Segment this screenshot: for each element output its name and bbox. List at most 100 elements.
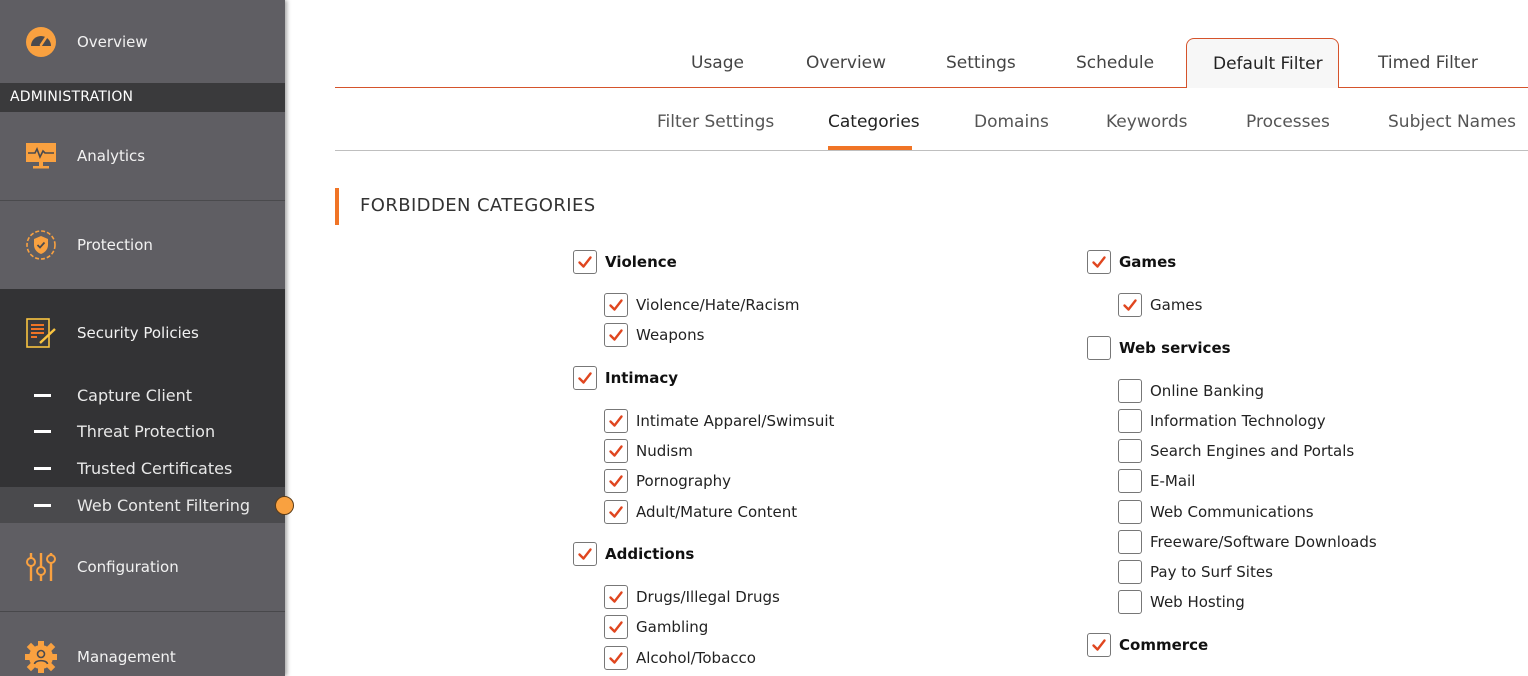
checkbox[interactable] bbox=[1087, 632, 1111, 657]
category-item-checkbox[interactable]: Gambling bbox=[604, 615, 709, 640]
category-item-checkbox[interactable]: Pornography bbox=[604, 469, 731, 494]
category-item-checkbox[interactable]: Online Banking bbox=[1118, 378, 1265, 403]
category-item-checkbox[interactable]: Drugs/Illegal Drugs bbox=[604, 585, 780, 610]
category-item-checkbox[interactable]: Information Technology bbox=[1118, 408, 1326, 433]
gear-user-icon bbox=[24, 640, 58, 674]
checkbox[interactable] bbox=[604, 439, 628, 464]
tab-usage[interactable]: Usage bbox=[691, 38, 744, 88]
sidebar-item-analytics[interactable]: Analytics bbox=[0, 112, 285, 201]
sidebar-subitem-threat-protection[interactable]: Threat Protection bbox=[0, 413, 285, 449]
category-group-label: Commerce bbox=[1119, 635, 1209, 654]
category-group-checkbox[interactable]: Web services bbox=[1087, 335, 1231, 360]
dash-icon bbox=[34, 393, 51, 397]
checkbox[interactable] bbox=[604, 293, 628, 317]
subtab-domains[interactable]: Domains bbox=[974, 112, 1049, 132]
category-group-checkbox[interactable]: Intimacy bbox=[573, 365, 678, 390]
category-group-label: Violence bbox=[605, 253, 677, 271]
sidebar-item-label: Management bbox=[77, 648, 176, 666]
sidebar-subitem-label: Threat Protection bbox=[77, 421, 216, 441]
category-group-checkbox[interactable]: Games bbox=[1087, 250, 1176, 274]
checkbox[interactable] bbox=[1118, 590, 1142, 615]
checkbox[interactable] bbox=[1118, 559, 1142, 584]
category-item-checkbox[interactable]: Adult/Mature Content bbox=[604, 499, 798, 524]
checkbox[interactable] bbox=[1118, 293, 1142, 317]
checkbox[interactable] bbox=[1118, 378, 1142, 403]
checkbox[interactable] bbox=[604, 499, 628, 524]
checkbox[interactable] bbox=[604, 615, 628, 640]
category-item-label: Alcohol/Tobacco bbox=[636, 648, 756, 667]
checkmark-icon bbox=[608, 443, 624, 459]
checkbox[interactable] bbox=[604, 408, 628, 433]
checkbox[interactable] bbox=[573, 365, 597, 390]
checkbox[interactable] bbox=[573, 542, 597, 567]
sidebar-item-configuration[interactable]: Configuration bbox=[0, 523, 285, 612]
tab-schedule[interactable]: Schedule bbox=[1076, 38, 1154, 88]
category-item-checkbox[interactable]: E-Mail bbox=[1118, 469, 1195, 494]
category-item-checkbox[interactable]: Games bbox=[1118, 293, 1202, 317]
sub-tab-bar: Filter Settings Categories Domains Keywo… bbox=[335, 100, 1528, 151]
category-group-label: Intimacy bbox=[605, 368, 678, 387]
monitor-pulse-icon bbox=[24, 139, 58, 173]
tab-default-filter[interactable]: Default Filter bbox=[1186, 38, 1339, 88]
checkbox[interactable] bbox=[604, 645, 628, 670]
checkbox[interactable] bbox=[1118, 499, 1142, 524]
checkmark-icon bbox=[608, 413, 624, 429]
sidebar-subitem-trusted-certificates[interactable]: Trusted Certificates bbox=[0, 450, 285, 486]
sidebar: Overview ADMINISTRATION Analytics Protec… bbox=[0, 0, 285, 676]
category-item-checkbox[interactable]: Nudism bbox=[604, 439, 693, 464]
category-item-checkbox[interactable]: Web Communications bbox=[1118, 499, 1314, 524]
sidebar-subitem-capture-client[interactable]: Capture Client bbox=[0, 377, 285, 413]
checkbox[interactable] bbox=[1118, 529, 1142, 554]
category-item-label: Web Communications bbox=[1150, 502, 1314, 521]
sidebar-section-header: ADMINISTRATION bbox=[0, 83, 285, 112]
checkbox[interactable] bbox=[604, 323, 628, 348]
category-item-checkbox[interactable]: Web Hosting bbox=[1118, 590, 1245, 615]
active-subtab-indicator bbox=[828, 146, 912, 150]
sidebar-item-management[interactable]: Management bbox=[0, 612, 285, 676]
policy-document-icon bbox=[24, 316, 58, 350]
category-group-checkbox[interactable]: Violence bbox=[573, 250, 677, 274]
category-item-label: Nudism bbox=[636, 442, 693, 461]
checkbox[interactable] bbox=[573, 250, 597, 274]
sidebar-subitem-label: Capture Client bbox=[77, 385, 193, 405]
dash-icon bbox=[34, 466, 51, 470]
dash-icon bbox=[34, 429, 51, 433]
category-item-checkbox[interactable]: Alcohol/Tobacco bbox=[604, 645, 756, 670]
category-item-label: Online Banking bbox=[1150, 381, 1265, 400]
category-item-label: Drugs/Illegal Drugs bbox=[636, 588, 780, 607]
checkbox[interactable] bbox=[1087, 250, 1111, 274]
subtab-filter-settings[interactable]: Filter Settings bbox=[657, 112, 774, 132]
category-item-checkbox[interactable]: Freeware/Software Downloads bbox=[1118, 529, 1377, 554]
category-group-checkbox[interactable]: Addictions bbox=[573, 542, 694, 567]
tab-overview[interactable]: Overview bbox=[806, 38, 886, 88]
tab-timed-filter[interactable]: Timed Filter bbox=[1378, 38, 1478, 88]
sidebar-item-protection[interactable]: Protection bbox=[0, 201, 285, 289]
category-item-label: Adult/Mature Content bbox=[636, 502, 798, 521]
checkbox[interactable] bbox=[1118, 408, 1142, 433]
subtab-categories[interactable]: Categories bbox=[828, 112, 920, 132]
sidebar-item-security-policies[interactable]: Security Policies bbox=[0, 289, 285, 377]
sidebar-subitem-web-content-filtering[interactable]: Web Content Filtering bbox=[0, 487, 285, 523]
category-item-checkbox[interactable]: Violence/Hate/Racism bbox=[604, 293, 799, 317]
category-item-checkbox[interactable]: Weapons bbox=[604, 323, 704, 348]
checkbox[interactable] bbox=[604, 585, 628, 610]
category-item-checkbox[interactable]: Search Engines and Portals bbox=[1118, 439, 1354, 464]
checkbox[interactable] bbox=[1118, 439, 1142, 464]
active-indicator-dot bbox=[275, 496, 294, 515]
section-title: FORBIDDEN CATEGORIES bbox=[360, 195, 596, 216]
checkbox[interactable] bbox=[604, 469, 628, 494]
category-item-label: Gambling bbox=[636, 618, 709, 637]
dash-icon bbox=[34, 503, 51, 507]
subtab-subject-names[interactable]: Subject Names bbox=[1388, 112, 1516, 132]
category-group-checkbox[interactable]: Commerce bbox=[1087, 632, 1209, 657]
tab-settings[interactable]: Settings bbox=[946, 38, 1016, 88]
subtab-keywords[interactable]: Keywords bbox=[1106, 112, 1187, 132]
category-item-checkbox[interactable]: Intimate Apparel/Swimsuit bbox=[604, 408, 834, 433]
checkbox[interactable] bbox=[1118, 469, 1142, 494]
category-item-checkbox[interactable]: Pay to Surf Sites bbox=[1118, 559, 1273, 584]
checkbox[interactable] bbox=[1087, 335, 1111, 360]
sidebar-item-overview[interactable]: Overview bbox=[0, 0, 285, 83]
checkmark-icon bbox=[608, 504, 624, 520]
category-item-label: Games bbox=[1150, 296, 1203, 314]
subtab-processes[interactable]: Processes bbox=[1246, 112, 1330, 132]
